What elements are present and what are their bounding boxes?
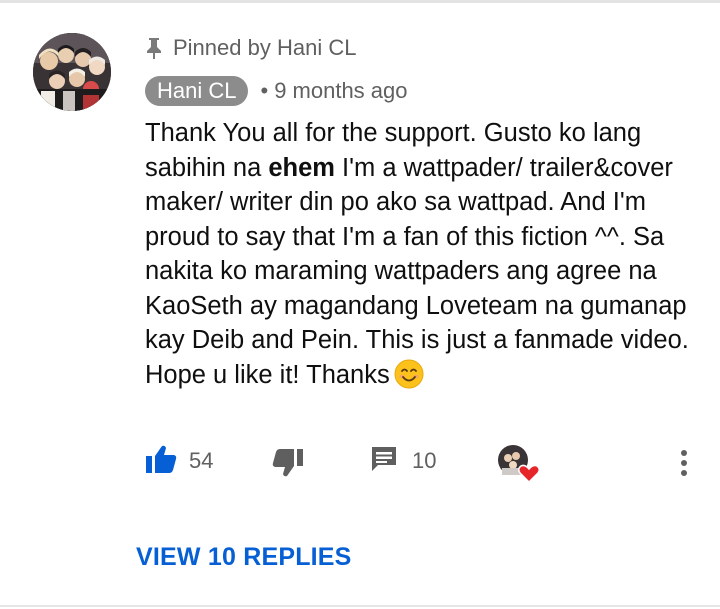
comment-text-bold: ehem: [268, 153, 335, 182]
creator-heart-icon: [498, 445, 541, 484]
more-options-button[interactable]: [676, 448, 692, 478]
reply-button[interactable]: 10: [370, 444, 436, 478]
meta-separator: •: [260, 78, 269, 103]
reply-count: 10: [412, 448, 437, 473]
more-vert-icon: [681, 450, 687, 476]
bottom-divider: [0, 605, 720, 607]
avatar-photo: [33, 33, 111, 111]
creator-heart: [497, 444, 541, 484]
dislike-button[interactable]: [272, 448, 304, 482]
pinned-label: Pinned by Hani CL: [145, 34, 356, 62]
comment-text: Thank You all for the support. Gusto ko …: [145, 116, 705, 392]
comment-timestamp[interactable]: 9 months ago: [274, 78, 407, 104]
top-divider: [0, 0, 720, 3]
like-button[interactable]: 54: [145, 444, 213, 478]
pin-icon: [145, 36, 163, 60]
like-count: 54: [189, 448, 214, 473]
thumbs-up-icon: [145, 444, 177, 479]
comment-text-part2: I'm a wattpader/ trailer&cover maker/ wr…: [145, 153, 689, 389]
pinned-text: Pinned by Hani CL: [173, 35, 357, 60]
view-replies-button[interactable]: VIEW 10 REPLIES: [136, 543, 352, 572]
reply-comment-icon: [370, 445, 398, 478]
smiling-face-emoji: [394, 359, 424, 389]
author-name-chip[interactable]: Hani CL: [145, 76, 249, 106]
author-avatar[interactable]: [33, 33, 111, 111]
thumbs-down-icon: [272, 448, 304, 483]
comment-meta: Hani CL • 9 months ago: [145, 76, 408, 106]
